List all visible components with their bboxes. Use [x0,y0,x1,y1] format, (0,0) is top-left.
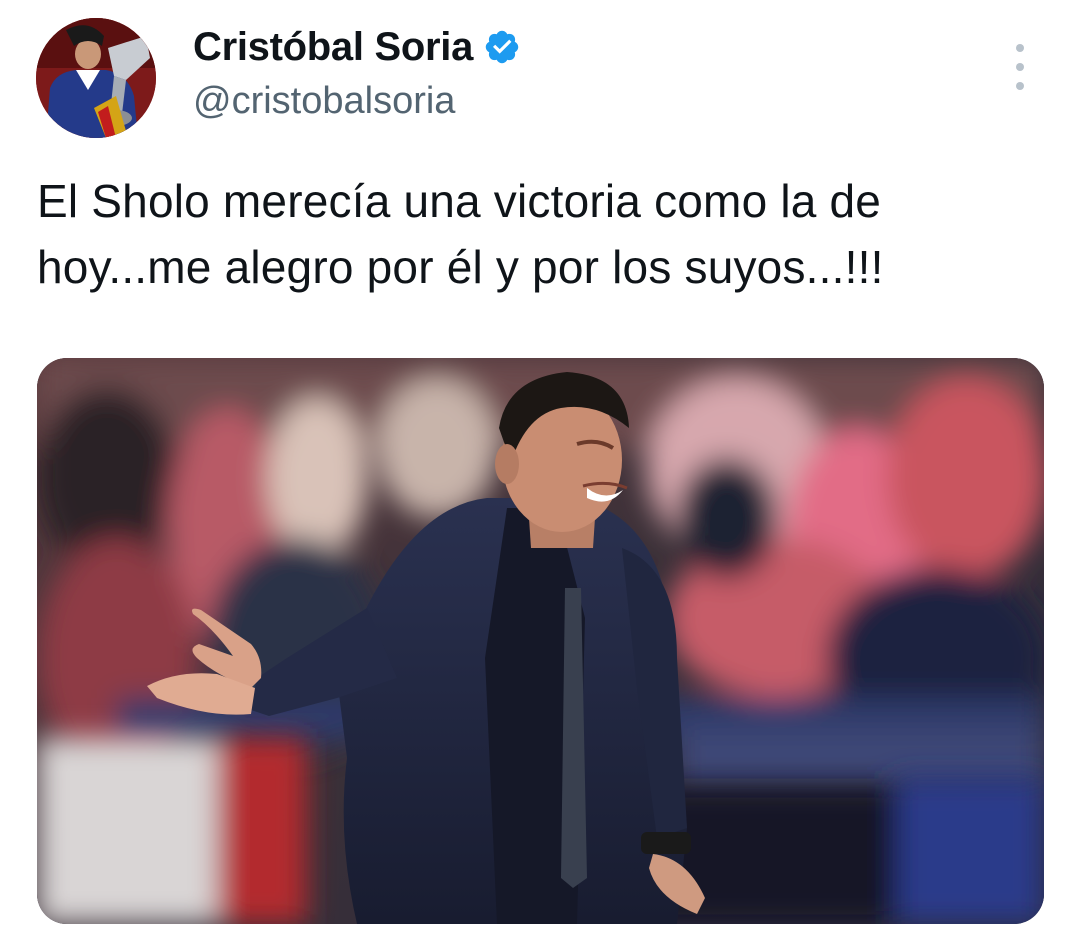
tweet-text-line: El Sholo merecía una victoria como la de [37,175,882,227]
more-dot [1016,63,1024,71]
tweet-media-photo[interactable] [37,358,1044,924]
more-dot [1016,82,1024,90]
tweet-text-line: hoy...me alegro por él y por los suyos..… [37,241,884,293]
tweet-card: Cristóbal Soria @cristobalsoria El Sholo… [0,0,1080,936]
photo-coach-gesturing [37,358,1044,924]
more-dot [1016,44,1024,52]
more-vertical-icon[interactable] [1000,44,1040,90]
author-display-name[interactable]: Cristóbal Soria [193,24,473,70]
avatar-image [36,18,156,138]
tweet-text: El Sholo merecía una victoria como la de… [37,168,1047,300]
author-handle[interactable]: @cristobalsoria [193,78,455,124]
verified-badge-icon [483,28,521,66]
author-name-row[interactable]: Cristóbal Soria [193,24,521,70]
author-avatar[interactable] [36,18,156,138]
